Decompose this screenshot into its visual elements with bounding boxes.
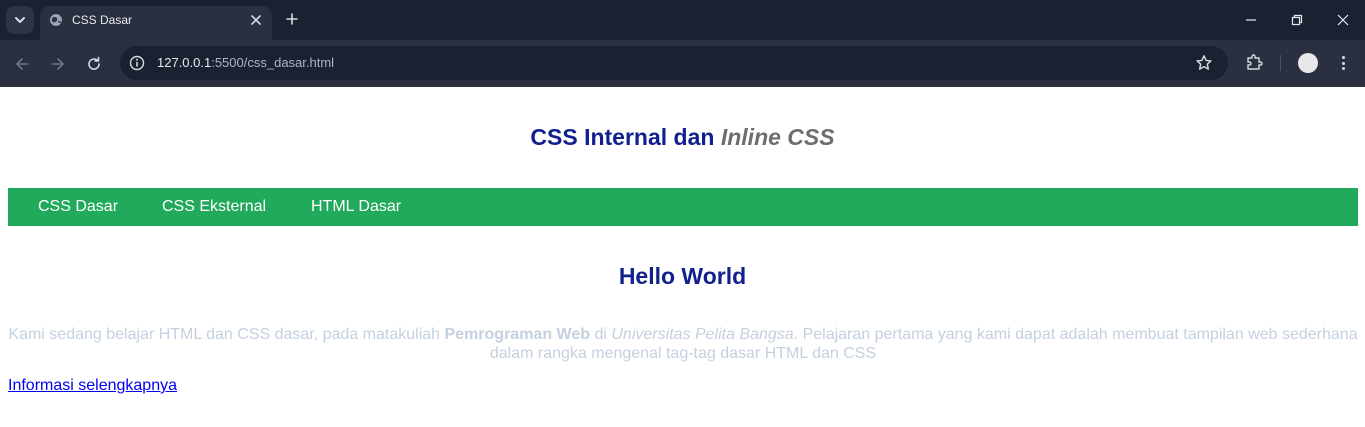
arrow-left-icon [16, 58, 29, 70]
close-icon [251, 15, 261, 25]
nav-link-html-dasar[interactable]: HTML Dasar [311, 198, 401, 216]
close-tab-button[interactable] [247, 11, 265, 29]
menu-dot [1341, 61, 1345, 65]
close-window-button[interactable] [1330, 8, 1356, 32]
minimize-button[interactable] [1238, 8, 1264, 32]
info-icon[interactable] [129, 55, 145, 71]
profile-avatar[interactable] [1298, 53, 1318, 73]
tab-bar: CSS Dasar [0, 0, 1365, 40]
arrow-right-icon [51, 58, 64, 70]
tab-search-button[interactable] [6, 6, 34, 34]
new-tab-button[interactable] [282, 9, 302, 29]
hello-heading: Hello World [618, 263, 747, 289]
extensions-puzzle-icon[interactable] [1244, 52, 1264, 72]
reload-icon [88, 56, 100, 70]
page-title-main: CSS Internal dan [530, 124, 721, 150]
address-bar[interactable]: 127.0.0.1:5500/css_dasar.html [120, 46, 1228, 80]
reload-button[interactable] [82, 52, 106, 76]
menu-dot [1341, 67, 1345, 70]
para-text-2: di [590, 326, 612, 343]
para-italic-university: Universitas Pelita Bangsa [611, 326, 794, 343]
nav-link-css-eksternal[interactable]: CSS Eksternal [162, 198, 266, 216]
toolbar-divider [1280, 55, 1281, 71]
tab-title: CSS Dasar [72, 13, 133, 27]
nav-link-css-dasar[interactable]: CSS Dasar [38, 198, 118, 216]
menu-dot [1341, 56, 1345, 59]
more-info-link[interactable]: Informasi selengkapnya [8, 377, 177, 395]
back-button[interactable] [10, 52, 34, 76]
para-bold-course: Pemrograman Web [444, 326, 591, 343]
forward-button[interactable] [46, 52, 70, 76]
browser-menu-button[interactable] [1336, 53, 1350, 73]
restore-button[interactable] [1284, 8, 1310, 32]
page-content: CSS Internal dan Inline CSS CSS Dasar CS… [0, 87, 1365, 427]
browser-tab[interactable]: CSS Dasar [40, 6, 272, 40]
page-title: CSS Internal dan Inline CSS [0, 124, 1365, 150]
page-title-emphasis: Inline CSS [720, 124, 835, 150]
url-path: :5500/css_dasar.html [211, 55, 335, 70]
bookmark-star-icon[interactable] [1195, 54, 1213, 72]
close-icon [1337, 14, 1349, 26]
chevron-down-icon [15, 17, 25, 23]
intro-paragraph: Kami sedang belajar HTML dan CSS dasar, … [8, 325, 1358, 363]
plus-icon [286, 13, 298, 25]
url-host: 127.0.0.1 [157, 55, 212, 70]
browser-toolbar: 127.0.0.1:5500/css_dasar.html [0, 40, 1365, 87]
navigation-bar: CSS Dasar CSS Eksternal HTML Dasar [8, 188, 1358, 226]
restore-icon [1291, 14, 1303, 26]
para-text-1: Kami sedang belajar HTML dan CSS dasar, … [8, 326, 445, 343]
minimize-icon [1246, 19, 1256, 21]
url-text[interactable]: 127.0.0.1:5500/css_dasar.html [157, 56, 334, 70]
globe-icon [50, 14, 62, 26]
